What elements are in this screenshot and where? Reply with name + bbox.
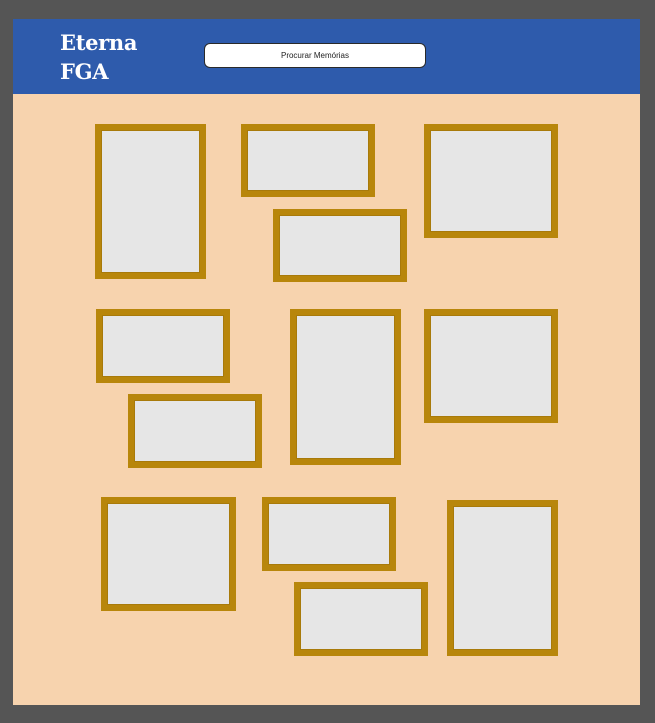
brand-line-2: FGA bbox=[60, 59, 109, 84]
memory-board: Eterna FGA Procurar Memórias bbox=[13, 19, 640, 705]
memory-frame-6[interactable] bbox=[128, 394, 262, 468]
memory-frame-8[interactable] bbox=[424, 309, 558, 423]
brand-line-1: Eterna bbox=[60, 30, 138, 55]
memory-frame-5[interactable] bbox=[96, 309, 230, 383]
memory-frame-9[interactable] bbox=[101, 497, 236, 611]
memory-frame-1[interactable] bbox=[95, 124, 206, 279]
search-memories-button[interactable]: Procurar Memórias bbox=[204, 43, 426, 68]
memory-frame-12[interactable] bbox=[447, 500, 558, 656]
memory-frame-7[interactable] bbox=[290, 309, 401, 465]
memory-frame-3[interactable] bbox=[273, 209, 407, 282]
memory-frame-11[interactable] bbox=[294, 582, 428, 656]
memory-frame-10[interactable] bbox=[262, 497, 396, 571]
memory-frame-2[interactable] bbox=[241, 124, 375, 197]
brand-logo[interactable]: Eterna FGA bbox=[60, 28, 138, 86]
memory-frame-4[interactable] bbox=[424, 124, 558, 238]
header-bar: Eterna FGA Procurar Memórias bbox=[13, 19, 640, 94]
